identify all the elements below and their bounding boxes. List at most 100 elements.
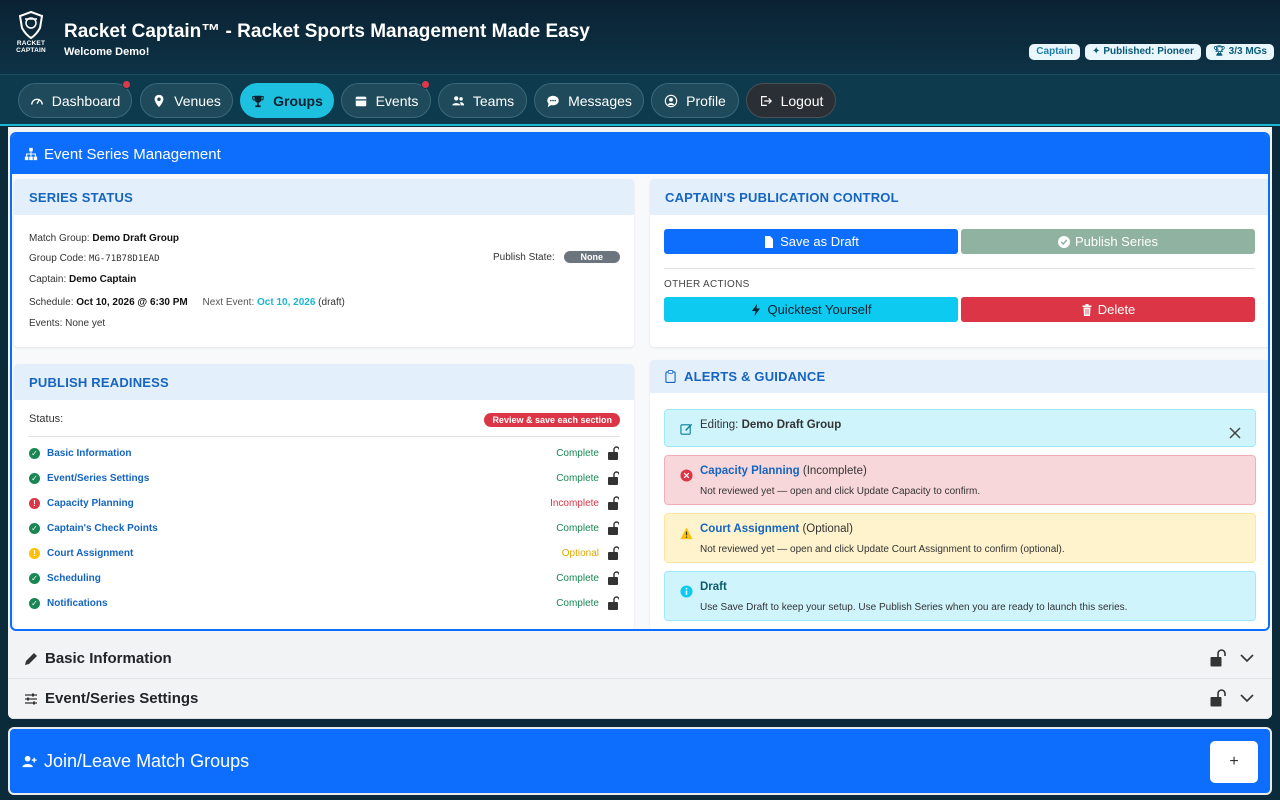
publish-readiness-panel: PUBLISH READINESS Status: Review & save … xyxy=(14,364,634,629)
draft-alert: Draft Use Save Draft to keep your setup.… xyxy=(664,571,1256,621)
check-circle-icon: ✓ xyxy=(29,597,40,609)
readiness-item-label: Court Assignment xyxy=(47,547,134,559)
events-label: Events: xyxy=(29,318,63,329)
unlock-icon[interactable] xyxy=(607,571,619,585)
readiness-item-status: Complete xyxy=(556,597,599,609)
delete-button[interactable]: Delete xyxy=(961,297,1255,322)
lightning-icon xyxy=(752,303,761,316)
join-leave-card: Join/Leave Match Groups + xyxy=(8,727,1272,795)
publish-state-badge: None xyxy=(563,251,620,263)
unlock-icon[interactable] xyxy=(607,471,619,485)
readiness-item-captains-check-points[interactable]: ✓ Captain's Check Points Complete xyxy=(29,520,619,536)
next-event-suffix: (draft) xyxy=(318,297,345,308)
check-circle-icon: ✓ xyxy=(29,522,40,534)
unlock-icon[interactable] xyxy=(607,521,619,535)
map-pin-icon xyxy=(154,94,164,107)
capacity-alert-desc: Not reviewed yet — open and click Update… xyxy=(700,486,981,497)
readiness-item-label: Scheduling xyxy=(47,572,101,584)
event-series-title: Event Series Management xyxy=(44,145,221,163)
quicktest-label: Quicktest Yourself xyxy=(767,302,872,317)
editing-alert: Editing: Demo Draft Group xyxy=(664,409,1256,447)
nav-venues[interactable]: Venues xyxy=(140,83,233,118)
nav-dashboard-label: Dashboard xyxy=(51,92,121,109)
captain-value: Demo Captain xyxy=(69,274,137,285)
user-plus-icon xyxy=(22,755,37,767)
x-circle-icon xyxy=(680,469,693,482)
unlock-icon[interactable] xyxy=(607,496,619,510)
plus-icon: + xyxy=(1229,753,1239,770)
readiness-status-label: Status: xyxy=(29,413,64,425)
nav-groups-label: Groups xyxy=(273,92,323,109)
readiness-item-basic-information[interactable]: ✓ Basic Information Complete xyxy=(29,445,619,461)
nav-teams[interactable]: Teams xyxy=(438,83,527,118)
divider xyxy=(664,268,1255,269)
mgs-badge-label: 3/3 MGs xyxy=(1228,46,1267,57)
section-event-series-settings[interactable]: Event/Series Settings xyxy=(8,679,1272,719)
readiness-item-status: Complete xyxy=(556,522,599,534)
next-event-value[interactable]: Oct 10, 2026 xyxy=(257,297,315,308)
nav-profile-label: Profile xyxy=(686,92,726,109)
nav-groups[interactable]: Groups xyxy=(240,83,334,118)
court-alert-title: Court Assignment (Optional) xyxy=(700,523,853,535)
warning-triangle-icon xyxy=(680,527,693,540)
nav-profile[interactable]: Profile xyxy=(651,83,739,118)
unlock-icon[interactable] xyxy=(1210,649,1226,667)
event-series-card: Event Series Management SERIES STATUS Ma… xyxy=(10,132,1270,631)
readiness-item-capacity-planning[interactable]: ! Capacity Planning Incomplete xyxy=(29,495,619,511)
chevron-down-icon[interactable] xyxy=(1240,654,1254,662)
alerts-guidance-heading: ALERTS & GUIDANCE xyxy=(650,360,1268,393)
close-icon[interactable] xyxy=(1229,427,1241,439)
file-icon xyxy=(765,235,774,248)
unlock-icon[interactable] xyxy=(607,446,619,460)
app-logo[interactable]: RACKET CAPTAIN xyxy=(12,10,50,60)
unlock-icon[interactable] xyxy=(607,596,619,610)
alerts-guidance-panel: ALERTS & GUIDANCE Editing: Demo Draft Gr… xyxy=(650,360,1268,629)
user-circle-icon xyxy=(664,94,678,107)
unlock-icon[interactable] xyxy=(1210,689,1226,707)
publication-control-heading: CAPTAIN'S PUBLICATION CONTROL xyxy=(650,179,1268,215)
court-alert: Court Assignment (Optional) Not reviewed… xyxy=(664,513,1256,563)
chevron-down-icon[interactable] xyxy=(1240,694,1254,702)
readiness-item-label: Basic Information xyxy=(47,447,132,459)
publish-state-label: Publish State: xyxy=(493,252,555,263)
notification-dot xyxy=(421,80,430,89)
trophy-icon: 🏆︎ xyxy=(1212,46,1226,57)
section-basic-information[interactable]: Basic Information xyxy=(8,639,1272,679)
main-content: Event Series Management SERIES STATUS Ma… xyxy=(8,127,1272,719)
readiness-item-court-assignment[interactable]: ! Court Assignment Optional xyxy=(29,545,619,561)
expand-button[interactable]: + xyxy=(1210,741,1258,783)
nav-logout[interactable]: Logout xyxy=(746,83,836,118)
role-badge-label: Captain xyxy=(1036,46,1073,57)
publish-series-button[interactable]: Publish Series xyxy=(961,229,1255,254)
readiness-item-event-series-settings[interactable]: ✓ Event/Series Settings Complete xyxy=(29,470,619,486)
chat-icon xyxy=(547,95,559,107)
capacity-alert-link[interactable]: Capacity Planning xyxy=(700,465,800,477)
court-alert-desc: Not reviewed yet — open and click Update… xyxy=(700,544,1065,555)
published-badge-label: Published: Pioneer xyxy=(1103,46,1194,57)
logo-text-2: CAPTAIN xyxy=(16,47,46,54)
nav-dashboard[interactable]: Dashboard xyxy=(18,80,132,118)
next-event-label: Next Event: xyxy=(202,297,255,308)
sitemap-icon xyxy=(24,147,38,161)
section-actions xyxy=(1210,649,1254,667)
sliders-icon xyxy=(25,693,37,704)
group-code-value: MG-71B78D1EAD xyxy=(89,254,160,264)
check-circle-icon: ✓ xyxy=(29,447,40,459)
app-header: RACKET CAPTAIN Racket Captain™ - Racket … xyxy=(0,0,1280,75)
series-status-heading: SERIES STATUS xyxy=(14,179,634,215)
unlock-icon[interactable] xyxy=(607,546,619,560)
section-basic-information-title: Basic Information xyxy=(45,650,172,667)
court-alert-link[interactable]: Court Assignment xyxy=(700,523,799,535)
nav-logout-label: Logout xyxy=(780,92,824,109)
save-draft-button[interactable]: Save as Draft xyxy=(664,229,958,254)
match-group-row: Match Group: Demo Draft Group xyxy=(29,233,179,244)
readiness-item-label: Event/Series Settings xyxy=(47,472,150,484)
captain-row: Captain: Demo Captain xyxy=(29,274,136,285)
readiness-item-scheduling[interactable]: ✓ Scheduling Complete xyxy=(29,570,619,586)
readiness-item-notifications[interactable]: ✓ Notifications Complete xyxy=(29,595,619,611)
nav-events[interactable]: Events xyxy=(341,80,431,118)
events-value: None yet xyxy=(65,318,106,329)
editing-label: Editing: xyxy=(700,419,739,431)
nav-messages[interactable]: Messages xyxy=(534,83,644,118)
quicktest-button[interactable]: Quicktest Yourself xyxy=(664,297,958,322)
